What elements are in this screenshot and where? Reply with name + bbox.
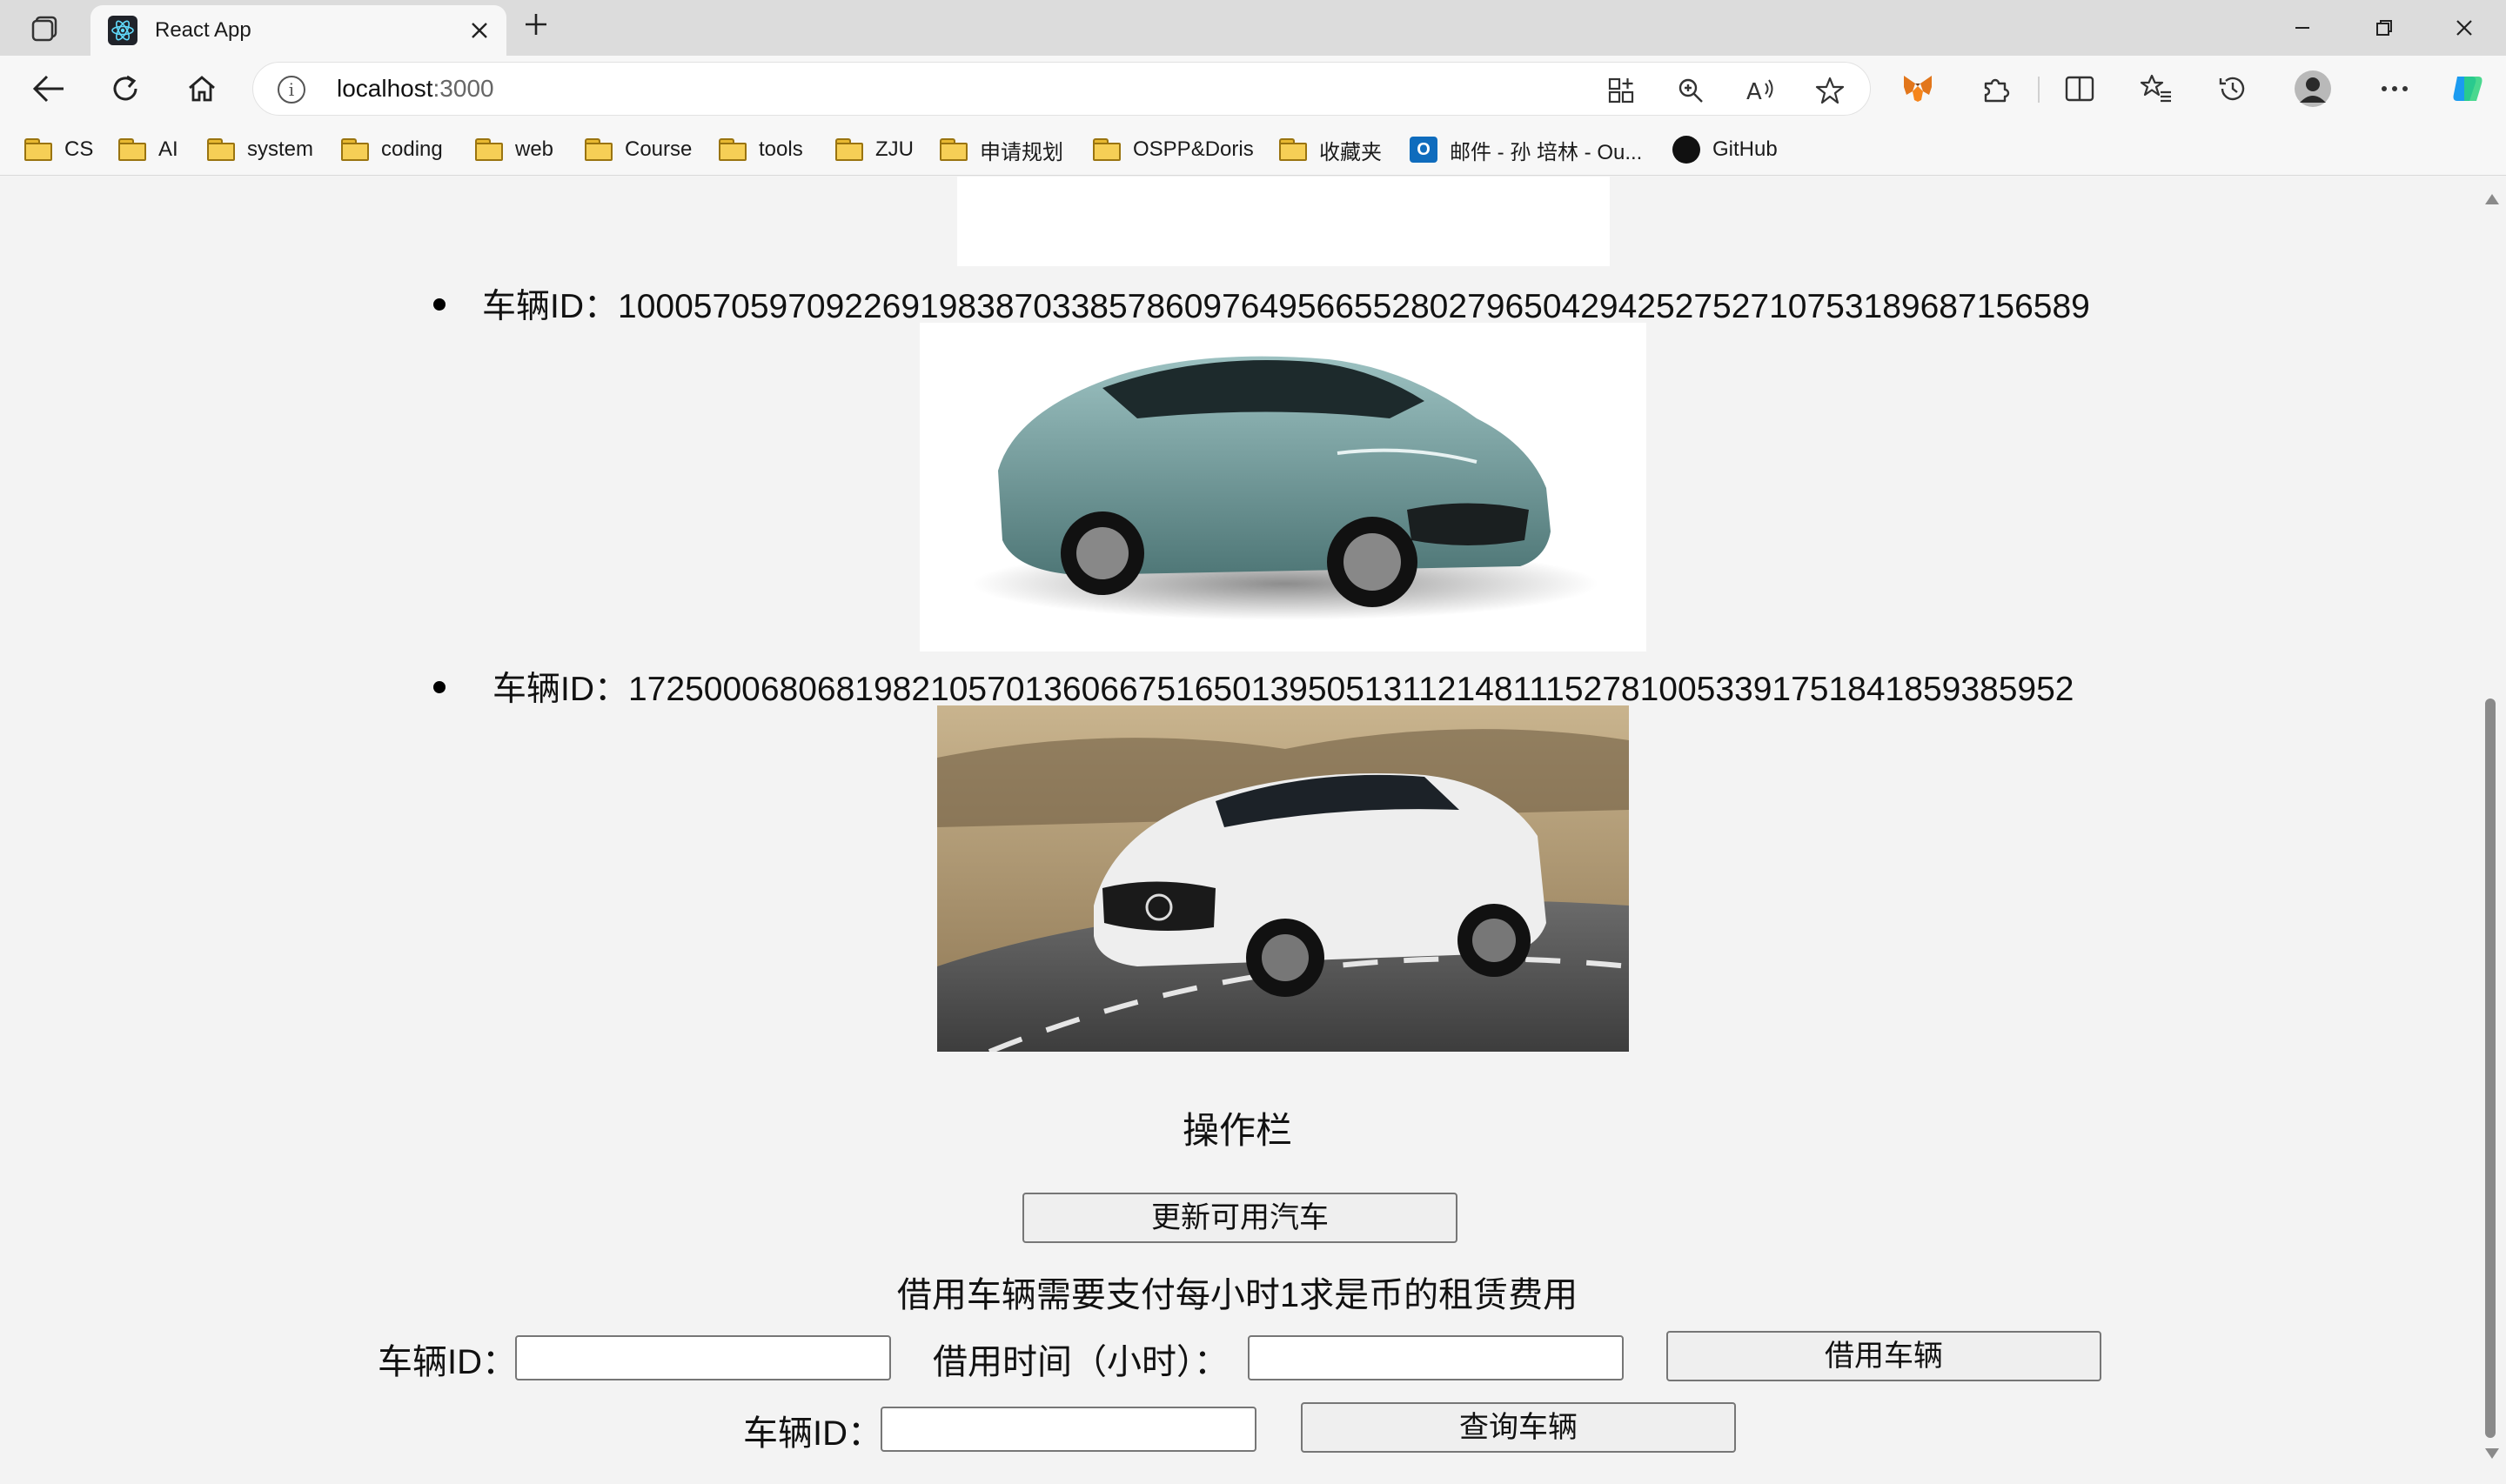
tab-actions-icon[interactable] [19, 10, 71, 45]
folder-icon [341, 138, 369, 161]
back-arrow-icon[interactable] [26, 68, 71, 110]
folder-icon [940, 138, 968, 161]
minimize-icon[interactable] [2276, 9, 2328, 47]
query-car-id-input[interactable] [881, 1407, 1256, 1452]
toolbar-divider [2038, 77, 2040, 103]
scroll-thumb[interactable] [2485, 699, 2496, 1438]
car-id-text: 车辆ID：17250006806819821057013606675165013… [492, 671, 2074, 708]
react-favicon-icon [108, 16, 137, 45]
rent-car-id-input[interactable] [515, 1335, 891, 1380]
copilot-icon[interactable] [2447, 68, 2489, 110]
app-available-icon[interactable] [1604, 73, 1638, 108]
list-bullet [433, 681, 446, 693]
scroll-down-arrow-icon[interactable] [2485, 1448, 2499, 1459]
bookmark-folder-ai[interactable]: AI [118, 134, 178, 165]
history-icon[interactable] [2212, 68, 2254, 110]
metamask-fox-icon[interactable] [1897, 68, 1939, 110]
restore-icon[interactable] [2358, 9, 2410, 47]
tab-react-app[interactable]: React App [90, 5, 506, 56]
profile-avatar[interactable] [2292, 68, 2334, 110]
bookmark-folder-zju[interactable]: ZJU [835, 134, 914, 165]
home-icon[interactable] [179, 68, 224, 110]
query-car-id-label: 车辆ID： [743, 1414, 882, 1453]
tab-title: React App [155, 18, 251, 42]
bookmark-folder-ospp[interactable]: OSPP&Doris [1093, 134, 1254, 165]
operations-title: 操作栏 [1182, 1110, 1292, 1151]
rent-fee-note: 借用车辆需要支付每小时1求是币的租赁费用 [896, 1276, 1578, 1314]
bookmark-folder-web[interactable]: web [475, 134, 553, 165]
folder-icon [24, 138, 52, 161]
rent-hours-label: 借用时间（小时）： [933, 1343, 1229, 1381]
more-menu-icon[interactable] [2374, 68, 2416, 110]
bookmark-folder-tools[interactable]: tools [719, 134, 803, 165]
read-aloud-icon[interactable]: A [1743, 73, 1778, 108]
bookmark-folder-course[interactable]: Course [585, 134, 692, 165]
browser-title-bar: React App [0, 0, 2506, 56]
outlook-icon: O [1410, 137, 1437, 163]
car-id-text: 车辆ID：10005705970922691983870338578609764… [482, 288, 2090, 325]
page-viewport: 车辆ID：10005705970922691983870338578609764… [0, 177, 2506, 1484]
rent-hours-input[interactable] [1248, 1335, 1624, 1380]
car-image-teal-sedan [920, 323, 1646, 652]
car-image-previous [957, 177, 1610, 266]
rent-car-id-label: 车辆ID： [378, 1343, 517, 1381]
rent-car-button[interactable]: 借用车辆 [1666, 1331, 2101, 1381]
scroll-up-arrow-icon[interactable] [2485, 194, 2499, 204]
folder-icon [719, 138, 747, 161]
bookmark-outlook-mail[interactable]: O 邮件 - 孙 培林 - Ou... [1410, 134, 1642, 165]
svg-text:A: A [1746, 79, 1762, 104]
bookmark-folder-coding[interactable]: coding [341, 134, 443, 165]
folder-icon [585, 138, 613, 161]
split-screen-icon[interactable] [2059, 68, 2101, 110]
query-car-button[interactable]: 查询车辆 [1301, 1402, 1736, 1453]
site-info-icon[interactable]: i [278, 76, 305, 104]
bookmark-folder-system[interactable]: system [207, 134, 313, 165]
url-text: localhost:3000 [337, 75, 494, 102]
browser-toolbar: i localhost:3000 A [0, 56, 2506, 122]
github-icon [1672, 136, 1700, 164]
new-tab-icon[interactable] [517, 10, 555, 45]
extensions-puzzle-icon[interactable] [1975, 68, 2017, 110]
folder-icon [835, 138, 863, 161]
favorite-star-icon[interactable] [1812, 73, 1847, 108]
reload-icon[interactable] [103, 68, 148, 110]
address-bar[interactable]: i localhost:3000 A [252, 62, 1871, 116]
bookmark-github[interactable]: GitHub [1672, 134, 1778, 165]
folder-icon [475, 138, 503, 161]
folder-icon [1279, 138, 1307, 161]
bookmark-folder-favorites[interactable]: 收藏夹 [1279, 134, 1382, 165]
bookmark-folder-cs[interactable]: CS [24, 134, 93, 165]
car-image-white-suv [937, 705, 1629, 1052]
list-bullet [433, 298, 446, 311]
refresh-cars-button[interactable]: 更新可用汽车 [1022, 1193, 1457, 1243]
favorites-list-icon[interactable] [2135, 68, 2177, 110]
bookmark-folder-plan[interactable]: 申请规划 [940, 134, 1063, 165]
folder-icon [207, 138, 235, 161]
page-scrollbar[interactable] [2475, 177, 2506, 1484]
close-window-icon[interactable] [2438, 9, 2490, 47]
bookmarks-bar: CS AI system coding web Course tools ZJU… [0, 122, 2506, 176]
folder-icon [118, 138, 146, 161]
tab-close-icon[interactable] [465, 16, 494, 45]
zoom-icon[interactable] [1673, 73, 1708, 108]
folder-icon [1093, 138, 1121, 161]
